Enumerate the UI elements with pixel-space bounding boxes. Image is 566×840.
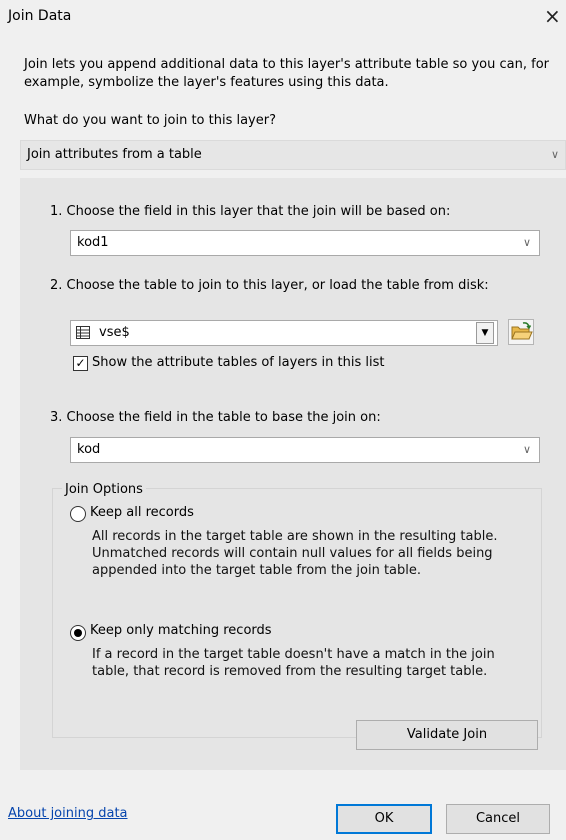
layer-field-value: kod1 <box>77 235 109 250</box>
cancel-button[interactable]: Cancel <box>446 804 550 834</box>
join-field-select[interactable]: kod ∨ <box>70 437 540 463</box>
join-table-value: vse$ <box>99 325 130 340</box>
keep-matching-radio[interactable] <box>70 625 86 641</box>
join-field-value: kod <box>77 442 101 457</box>
chevron-down-icon: ∨ <box>550 148 559 161</box>
join-type-value: Join attributes from a table <box>27 147 202 162</box>
keep-all-label: Keep all records <box>90 505 194 520</box>
join-type-select[interactable]: Join attributes from a table ∨ <box>20 140 566 170</box>
close-icon[interactable]: × <box>544 4 561 28</box>
chevron-down-icon: ∨ <box>522 236 531 249</box>
step3-label: 3. Choose the field in the table to base… <box>50 410 381 425</box>
validate-join-button[interactable]: Validate Join <box>356 720 538 750</box>
intro-text: Join lets you append additional data to … <box>24 57 549 90</box>
keep-all-radio[interactable] <box>70 506 86 522</box>
join-question-label: What do you want to join to this layer? <box>24 113 276 128</box>
keep-all-description: All records in the target table are show… <box>92 529 498 578</box>
dropdown-arrow-button[interactable]: ▼ <box>476 322 494 344</box>
show-tables-label: Show the attribute tables of layers in t… <box>92 355 385 370</box>
join-options-group <box>52 488 542 738</box>
join-table-select[interactable]: vse$ ▼ <box>70 320 498 346</box>
join-options-title: Join Options <box>62 482 146 497</box>
show-tables-checkbox[interactable]: ✓ <box>73 356 88 371</box>
open-folder-icon[interactable] <box>508 319 534 345</box>
step1-label: 1. Choose the field in this layer that t… <box>50 204 451 219</box>
dialog-title: Join Data <box>8 8 72 24</box>
keep-matching-label: Keep only matching records <box>90 623 272 638</box>
ok-button[interactable]: OK <box>336 804 432 834</box>
radio-selected-dot <box>74 629 82 637</box>
layer-field-select[interactable]: kod1 ∨ <box>70 230 540 256</box>
table-icon <box>76 326 90 339</box>
chevron-down-icon: ∨ <box>522 443 531 456</box>
about-joining-data-link[interactable]: About joining data <box>8 806 128 821</box>
step2-label: 2. Choose the table to join to this laye… <box>50 278 489 293</box>
keep-matching-description: If a record in the target table doesn't … <box>92 647 495 679</box>
